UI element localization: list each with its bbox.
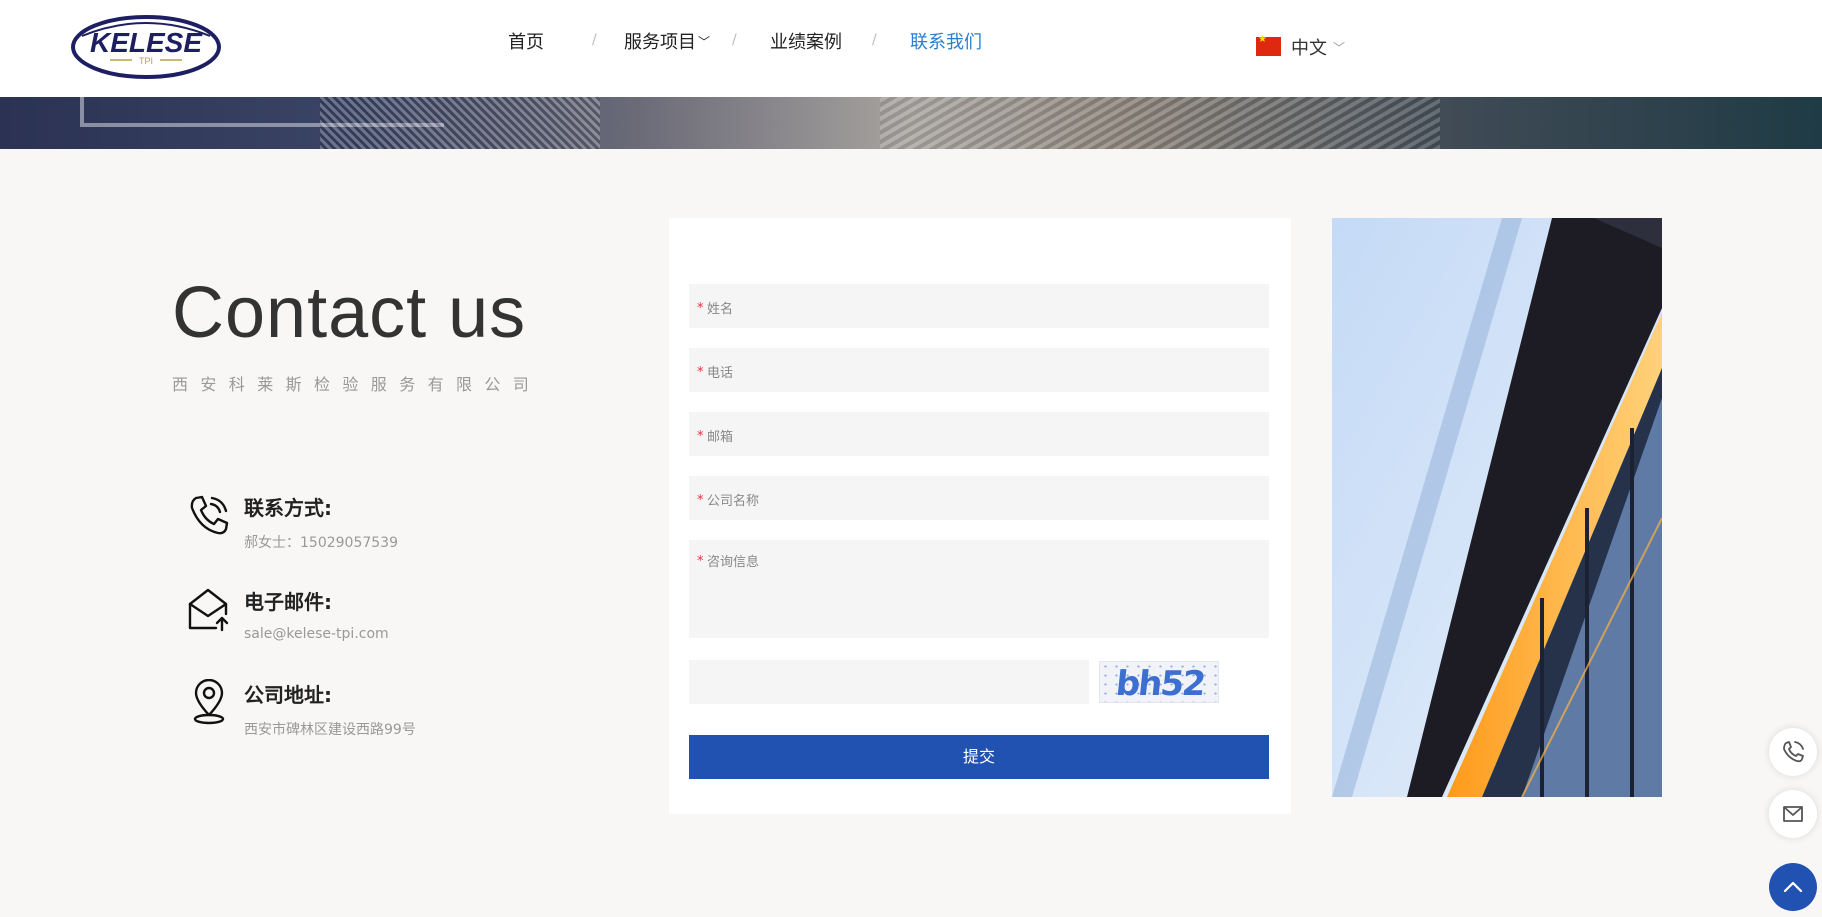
nav-item-services-label: 服务项目 <box>624 32 696 53</box>
china-flag-icon <box>1256 34 1281 56</box>
phone-input[interactable]: * 电话 <box>689 348 1269 392</box>
company-input[interactable]: * 公司名称 <box>689 476 1269 520</box>
phone-placeholder: 电话 <box>707 366 734 381</box>
language-label: 中文 <box>1291 38 1327 59</box>
float-mail-button[interactable] <box>1769 790 1817 838</box>
banner-decor <box>320 97 600 149</box>
required-mark: * <box>697 554 704 569</box>
required-mark: * <box>697 301 704 316</box>
contact-address-label: 公司地址: <box>244 683 332 707</box>
contact-email-value[interactable]: sale@kelese-tpi.com <box>244 626 389 642</box>
contact-title: Contact us <box>172 273 527 353</box>
nav-separator: / <box>732 32 737 48</box>
nav-separator: / <box>872 32 877 48</box>
nav-item-cases[interactable]: 业绩案例 <box>770 28 842 54</box>
inquiry-form: * 姓名 * 电话 * 邮箱 * 公司名称 * 咨询信息 bh52 提交 <box>669 218 1291 814</box>
email-placeholder: 邮箱 <box>707 430 734 445</box>
chevron-down-icon: ﹀ <box>1333 41 1346 55</box>
phone-icon <box>1783 741 1804 763</box>
back-to-top-button[interactable] <box>1769 863 1817 911</box>
banner-decor <box>880 97 1440 149</box>
company-name: 西安科莱斯检验服务有限公司 <box>172 375 542 394</box>
name-placeholder: 姓名 <box>707 302 734 317</box>
captcha-image[interactable]: bh52 <box>1099 661 1219 703</box>
contact-phone-label: 联系方式: <box>244 496 332 520</box>
page-banner-image <box>0 97 1822 149</box>
location-pin-icon <box>186 678 232 725</box>
nav-item-contact[interactable]: 联系我们 <box>910 28 982 54</box>
contact-phone-value: 郝女士：15029057539 <box>244 535 398 551</box>
contact-address-value: 西安市碑林区建设西路99号 <box>244 722 416 738</box>
phone-icon <box>186 492 232 538</box>
logo-subtext: TPI <box>139 56 153 66</box>
message-textarea[interactable]: * 咨询信息 <box>689 540 1269 638</box>
nav-item-services[interactable]: 服务项目 ﹀ <box>624 28 710 54</box>
company-placeholder: 公司名称 <box>707 494 760 509</box>
required-mark: * <box>697 365 704 380</box>
message-placeholder: 咨询信息 <box>707 555 760 570</box>
contact-email-label: 电子邮件: <box>244 590 332 614</box>
name-input[interactable]: * 姓名 <box>689 284 1269 328</box>
chevron-down-icon: ﹀ <box>698 35 711 49</box>
required-mark: * <box>697 429 704 444</box>
mail-icon <box>1783 806 1803 822</box>
captcha-input[interactable] <box>689 660 1089 704</box>
site-header: KELESE TPI 首页 / 服务项目﹀ / 业绩案例 / 联系我们 中文﹀ <box>0 0 1822 97</box>
float-phone-button[interactable] <box>1769 728 1817 776</box>
building-photo <box>1332 218 1662 797</box>
arrow-up-icon <box>1783 881 1803 893</box>
submit-button[interactable]: 提交 <box>689 735 1269 779</box>
nav-separator: / <box>592 32 597 48</box>
captcha-text: bh52 <box>1113 664 1206 703</box>
required-mark: * <box>697 493 704 508</box>
email-input[interactable]: * 邮箱 <box>689 412 1269 456</box>
logo-text: KELESE <box>90 27 203 58</box>
language-selector[interactable]: 中文 ﹀ <box>1256 34 1346 59</box>
mail-icon <box>186 586 232 632</box>
kelese-logo[interactable]: KELESE TPI <box>70 14 222 80</box>
nav-item-home[interactable]: 首页 <box>508 28 544 54</box>
